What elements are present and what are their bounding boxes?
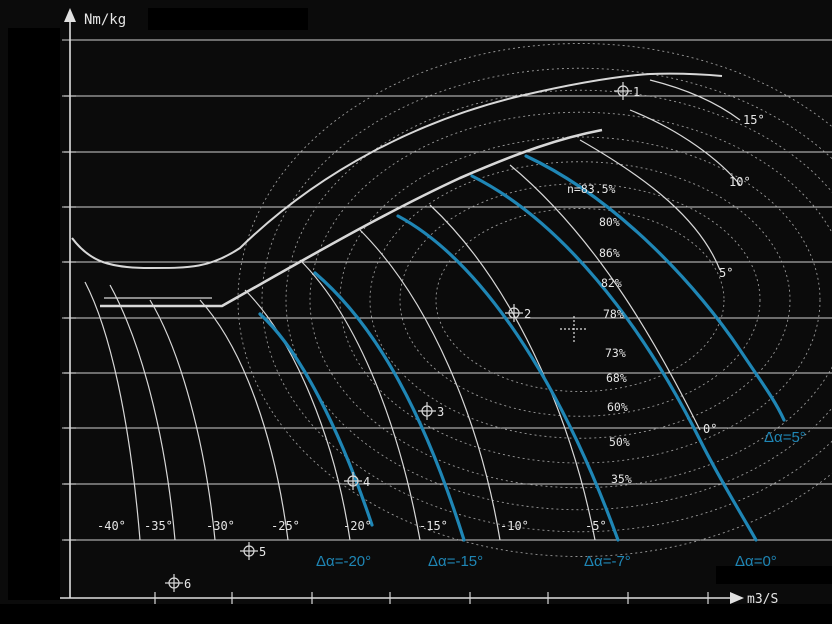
chart-svg: Nm/kg m3/S -40° -35° -30° -25° -20° -15° -10° -… xyxy=(0,8,832,624)
guide-vane-curve xyxy=(629,109,741,186)
guide-vane-curve xyxy=(149,299,216,541)
efficiency-contour xyxy=(369,161,791,439)
efficiency-label: 50% xyxy=(609,435,630,449)
guide-vane-curve xyxy=(649,79,741,121)
angle-label: -30° xyxy=(206,519,235,533)
surge-envelope xyxy=(71,72,723,308)
operating-point-label: 2 xyxy=(524,307,531,321)
series-label: Δα=-7° xyxy=(584,553,631,570)
operating-point-marker xyxy=(614,82,632,100)
series-label: Δα=-20° xyxy=(316,553,371,570)
y-axis-arrow-icon xyxy=(64,8,76,22)
redaction-left xyxy=(8,28,60,600)
efficiency-label: 82% xyxy=(601,276,622,290)
angle-label: 15° xyxy=(743,113,765,127)
operating-point-marker xyxy=(418,402,436,420)
guide-vane-curve xyxy=(84,281,141,541)
y-axis-label: Nm/kg xyxy=(84,12,126,28)
redaction-bottom xyxy=(0,604,832,624)
x-axis-label: m3/S xyxy=(747,592,778,607)
angle-label: 5° xyxy=(719,266,733,280)
fan-performance-chart: Nm/kg m3/S -40° -35° -30° -25° -20° -15° -10° -… xyxy=(0,0,832,624)
efficiency-contour xyxy=(399,183,761,417)
angle-label: -35° xyxy=(144,519,173,533)
x-axis-arrow-icon xyxy=(730,592,744,604)
operating-point-marker xyxy=(165,574,183,592)
angle-label: 10° xyxy=(729,175,751,189)
guide-vane-curves xyxy=(84,79,741,541)
efficiency-label: 86% xyxy=(599,246,620,260)
guide-vane-curve xyxy=(359,229,501,541)
angle-labels: -40° -35° -30° -25° -20° -15° -10° -5° 0° 5° 10° 15… xyxy=(97,113,765,533)
operating-point-label: 6 xyxy=(184,577,191,591)
efficiency-label: 68% xyxy=(606,371,627,385)
curve-delta-5 xyxy=(524,154,786,422)
guide-vane-curve xyxy=(109,284,176,541)
crosshair-icon xyxy=(560,316,588,342)
surge-line-outer xyxy=(71,72,723,270)
guide-vane-curve xyxy=(299,259,421,541)
efficiency-label: 73% xyxy=(605,346,626,360)
curve-delta-minus-20 xyxy=(258,312,374,527)
angle-label: -5° xyxy=(585,519,607,533)
guide-vane-curve xyxy=(199,299,289,541)
angle-label: 0° xyxy=(703,422,717,436)
grid xyxy=(62,39,832,541)
angle-label: -25° xyxy=(271,519,300,533)
angle-label: -20° xyxy=(343,519,372,533)
efficiency-label: 80% xyxy=(599,215,620,229)
series-label: Δα=-15° xyxy=(428,553,483,570)
series-label: Δα=0° xyxy=(735,553,777,570)
angle-label: -40° xyxy=(97,519,126,533)
redaction-top xyxy=(148,8,308,30)
operating-point-marker xyxy=(240,542,258,560)
series-label: Δα=5° xyxy=(764,429,806,446)
efficiency-label: 35% xyxy=(611,472,632,486)
operating-point-label: 5 xyxy=(259,545,266,559)
efficiency-label: 78% xyxy=(603,307,624,321)
angle-label: -10° xyxy=(500,519,529,533)
operating-point-label: 4 xyxy=(363,475,370,489)
angle-label: -15° xyxy=(419,519,448,533)
operating-point-label: 3 xyxy=(437,405,444,419)
efficiency-label: n=83.5% xyxy=(567,182,616,196)
efficiency-label: 60% xyxy=(607,400,628,414)
axes xyxy=(60,20,732,599)
operating-point-label: 1 xyxy=(633,85,640,99)
